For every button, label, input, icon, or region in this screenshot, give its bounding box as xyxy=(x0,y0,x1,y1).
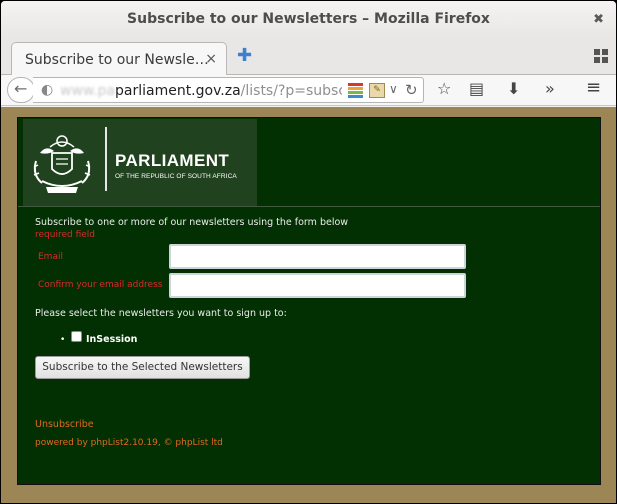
back-arrow-icon: ← xyxy=(14,79,28,98)
bookmark-star-icon[interactable]: ☆ xyxy=(437,79,451,98)
page-header: PARLIAMENT OF THE REPUBLIC OF SOUTH AFRI… xyxy=(18,118,600,207)
logo-divider xyxy=(105,127,107,191)
menu-icon[interactable]: ≡ xyxy=(586,77,601,98)
email-label: Email xyxy=(38,252,63,262)
newsletter-prompt: Please select the newsletters you want t… xyxy=(35,308,287,319)
subscribe-page: PARLIAMENT OF THE REPUBLIC OF SOUTH AFRI… xyxy=(17,117,601,485)
tab-bar: Subscribe to our Newsle… × ✚ xyxy=(1,39,616,76)
title-bar: Subscribe to our Newsletters – Mozilla F… xyxy=(1,1,616,39)
url-path: /lists/?p=subscrit xyxy=(240,83,342,99)
url-hidden-part: www.pa xyxy=(60,83,115,99)
download-icon[interactable]: ⬇ xyxy=(507,79,520,98)
confirm-email-label: Confirm your email address xyxy=(38,280,163,290)
tab-subscribe[interactable]: Subscribe to our Newsle… × xyxy=(11,42,227,76)
tab-label: Subscribe to our Newsle… xyxy=(25,52,209,68)
url-domain: parliament.gov.za xyxy=(114,83,241,99)
unsubscribe-link[interactable]: Unsubscribe xyxy=(35,419,94,430)
globe-icon: ◐ xyxy=(41,82,54,98)
logo-subtitle: OF THE REPUBLIC OF SOUTH AFRICA xyxy=(115,173,237,180)
reading-list-icon[interactable]: ▤ xyxy=(469,79,484,98)
logo-name: PARLIAMENT xyxy=(115,151,230,170)
subscribe-button[interactable]: Subscribe to the Selected Newsletters xyxy=(35,356,250,379)
url-bar[interactable]: ◐ www.paparliament.gov.za/lists/?p=subsc… xyxy=(33,77,424,103)
intro-text: Subscribe to one or more of our newslett… xyxy=(35,217,349,228)
window-title: Subscribe to our Newsletters – Mozilla F… xyxy=(127,11,490,27)
overflow-icon[interactable]: » xyxy=(545,79,555,98)
close-tab-icon[interactable]: × xyxy=(205,51,217,67)
dropdown-icon[interactable]: ∨ xyxy=(389,82,398,96)
page-content: PARLIAMENT OF THE REPUBLIC OF SOUTH AFRI… xyxy=(1,107,616,503)
new-tab-icon[interactable]: ✚ xyxy=(237,45,252,66)
list-bullet: • xyxy=(60,335,66,345)
back-button[interactable]: ← xyxy=(7,77,35,103)
navigation-toolbar: ← ◐ www.paparliament.gov.za/lists/?p=sub… xyxy=(1,75,616,106)
firefox-window: Subscribe to our Newsletters – Mozilla F… xyxy=(1,1,616,503)
confirm-email-field[interactable] xyxy=(169,273,466,298)
insession-label[interactable]: InSession xyxy=(86,334,137,345)
tab-groups-icon[interactable] xyxy=(594,49,608,63)
required-note: required field xyxy=(35,230,95,240)
ext-color-icon[interactable] xyxy=(348,83,363,98)
parliament-logo[interactable]: PARLIAMENT OF THE REPUBLIC OF SOUTH AFRI… xyxy=(23,119,257,206)
email-field[interactable] xyxy=(169,244,466,269)
url-text[interactable]: www.paparliament.gov.za/lists/?p=subscri… xyxy=(60,83,342,99)
coat-of-arms-icon xyxy=(33,135,91,193)
powered-by-link[interactable]: powered by phpList2.10.19, © phpList ltd xyxy=(35,438,223,448)
insession-checkbox[interactable] xyxy=(71,331,82,342)
ext-sketch-icon[interactable]: ✎ xyxy=(369,83,385,98)
reload-icon[interactable]: ↻ xyxy=(405,81,418,99)
close-window-icon[interactable]: ✖ xyxy=(593,12,604,27)
